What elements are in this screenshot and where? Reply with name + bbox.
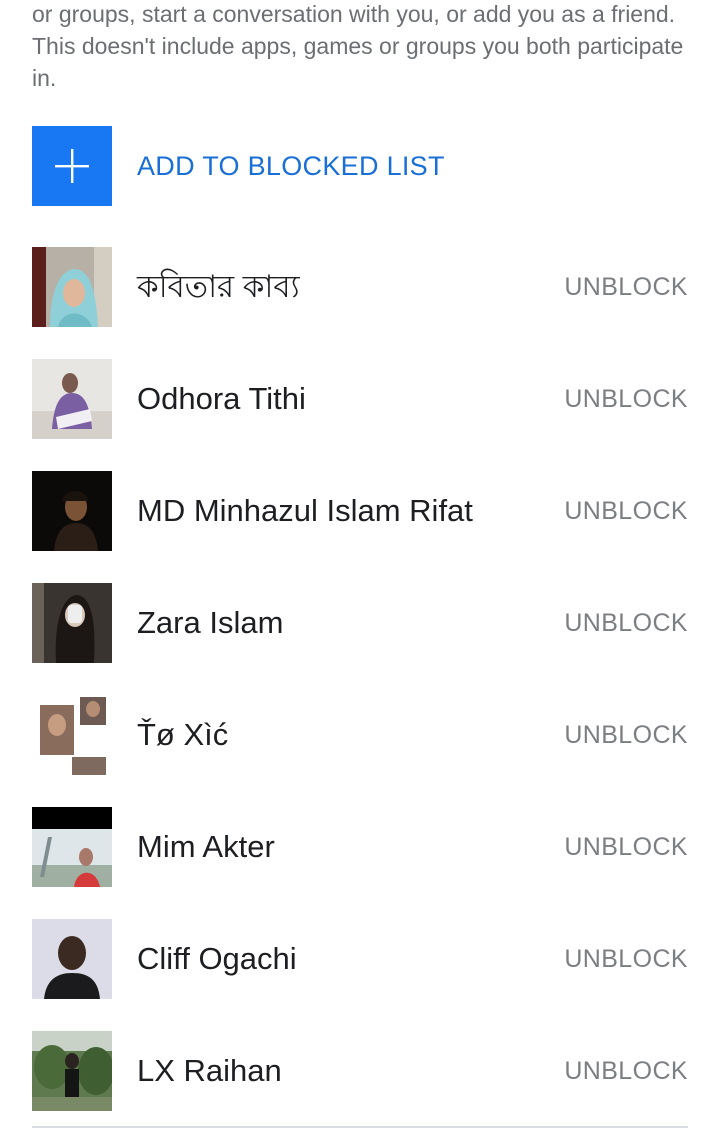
blocked-user-name: Zara Islam <box>137 605 284 640</box>
avatar[interactable] <box>32 583 112 663</box>
blocked-user-row: Odhora Tithi UNBLOCK <box>0 359 720 471</box>
blocked-user-name: MD Minhazul Islam Rifat <box>137 493 473 528</box>
unblock-button[interactable]: UNBLOCK <box>564 695 688 775</box>
avatar[interactable] <box>32 359 112 439</box>
blocked-user-row: Zara Islam UNBLOCK <box>0 583 720 695</box>
blocked-user-row: কবিতার কাব্য UNBLOCK <box>0 247 720 359</box>
unblock-button[interactable]: UNBLOCK <box>564 807 688 887</box>
unblock-button[interactable]: UNBLOCK <box>564 1031 688 1111</box>
add-to-blocked-list-button[interactable]: ADD TO BLOCKED LIST <box>32 126 692 206</box>
blocked-user-name: কবিতার কাব্য <box>137 269 300 304</box>
plus-icon <box>55 149 89 183</box>
avatar[interactable] <box>32 919 112 999</box>
blocked-user-row: Cliff Ogachi UNBLOCK <box>0 919 720 1031</box>
blocked-user-name: Odhora Tithi <box>137 381 306 416</box>
blocked-user-row: Mim Akter UNBLOCK <box>0 807 720 919</box>
blocked-user-row: Ťø Xìć UNBLOCK <box>0 695 720 807</box>
avatar[interactable] <box>32 1031 112 1111</box>
blocked-user-name: Ťø Xìć <box>137 717 229 752</box>
unblock-button[interactable]: UNBLOCK <box>564 359 688 439</box>
unblock-button[interactable]: UNBLOCK <box>564 919 688 999</box>
avatar[interactable] <box>32 807 112 887</box>
avatar[interactable] <box>32 695 112 775</box>
avatar[interactable] <box>32 247 112 327</box>
unblock-button[interactable]: UNBLOCK <box>564 583 688 663</box>
add-icon-box <box>32 126 112 206</box>
divider <box>32 1126 688 1128</box>
unblock-button[interactable]: UNBLOCK <box>564 471 688 551</box>
blocked-user-row: MD Minhazul Islam Rifat UNBLOCK <box>0 471 720 583</box>
add-to-blocked-list-label: ADD TO BLOCKED LIST <box>137 150 445 181</box>
blocked-user-name: Mim Akter <box>137 829 275 864</box>
blocked-user-name: Cliff Ogachi <box>137 941 297 976</box>
blocked-user-name: LX Raihan <box>137 1053 282 1088</box>
unblock-button[interactable]: UNBLOCK <box>564 247 688 327</box>
blocking-description: or groups, start a conversation with you… <box>32 1 684 91</box>
blocked-users-list: কবিতার কাব্য UNBLOCK Odhora Tithi UNBLOC… <box>0 247 720 1143</box>
avatar[interactable] <box>32 471 112 551</box>
